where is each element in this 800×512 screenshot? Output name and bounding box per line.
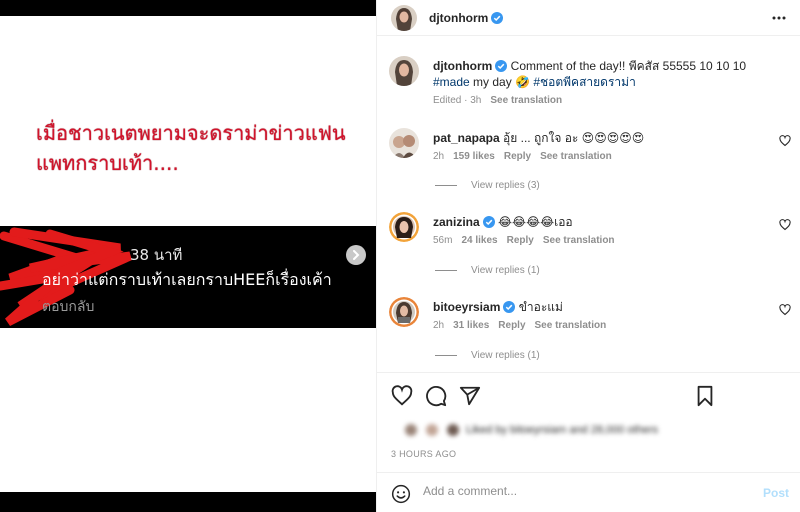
- view-replies-button[interactable]: View replies (3): [435, 180, 540, 191]
- comment-reply-button[interactable]: Reply: [507, 233, 534, 249]
- chevron-right-icon: [353, 250, 360, 260]
- comment-text: ขำอะแม่: [518, 300, 563, 314]
- more-options-icon[interactable]: [771, 10, 787, 26]
- emoji-icon[interactable]: [391, 484, 411, 504]
- comment-meta: 56m 24 likes Reply See translation: [433, 233, 763, 249]
- comment-reply-button[interactable]: Reply: [498, 318, 525, 334]
- caption-hashtag-made[interactable]: #made: [433, 75, 470, 89]
- post-header: djtonhorm: [377, 0, 800, 36]
- replies-divider: [435, 355, 457, 356]
- comment-time: 2h: [433, 320, 445, 331]
- verified-badge-icon: [482, 216, 495, 228]
- media-comment-time: 38 นาที: [130, 246, 183, 264]
- comment-body: zanizina 😂😂😂😂เออ 56m 24 likes Reply See …: [433, 214, 763, 249]
- comment-likes[interactable]: 24 likes: [461, 233, 497, 249]
- verified-badge-icon: [495, 60, 508, 72]
- heart-icon[interactable]: [391, 385, 413, 407]
- add-comment-bar: Post: [377, 472, 800, 512]
- caption-text-middle: my day 🤣: [469, 75, 534, 89]
- view-replies-label[interactable]: View replies (1): [471, 265, 540, 276]
- verified-badge-icon: [491, 12, 504, 24]
- media-letterbox-top: [0, 0, 376, 16]
- comment-heart-icon[interactable]: [779, 219, 791, 231]
- bookmark-icon[interactable]: [695, 385, 715, 407]
- post-media[interactable]: เมื่อชาวเนตพยามจะดราม่าข่าวแฟนแพทกราบเท้…: [0, 0, 376, 512]
- media-comment-reply: ตอบกลับ: [42, 299, 95, 315]
- view-replies-button[interactable]: View replies (1): [435, 265, 540, 276]
- comment-time: 2h: [433, 151, 445, 162]
- replies-divider: [435, 185, 457, 186]
- verified-badge-icon: [503, 301, 516, 313]
- caption-hashtag-drama[interactable]: #ชอตพีคสายดราม่า: [533, 75, 635, 89]
- view-replies-label[interactable]: View replies (3): [471, 180, 540, 191]
- caption-see-translation[interactable]: See translation: [490, 93, 562, 109]
- comment-username[interactable]: pat_napapa: [433, 131, 500, 145]
- comment-avatar[interactable]: [389, 212, 419, 242]
- caption-text: Comment of the day!! พีคสัส 55555 10 10 …: [510, 59, 747, 73]
- comment-meta: 2h 159 likes Reply See translation: [433, 149, 763, 165]
- comment-avatar[interactable]: [389, 128, 419, 158]
- comment-body: bitoeyrsiam ขำอะแม่ 2h 31 likes Reply Se…: [433, 299, 763, 334]
- liked-by-text[interactable]: Liked by bitoeyrsiam and 28,000 others: [466, 424, 658, 436]
- post-actions: Liked by bitoeyrsiam and 28,000 others 3…: [377, 372, 800, 472]
- author-username[interactable]: djtonhorm: [429, 11, 504, 25]
- post-timestamp: 3 HOURS AGO: [391, 449, 457, 459]
- post-details-panel: djtonhorm djtonhorm Comment of the day!!…: [376, 0, 800, 512]
- caption-meta: Edited · 3h See translation: [433, 93, 788, 109]
- post-comment-button[interactable]: Post: [763, 486, 789, 500]
- comment-input[interactable]: [423, 484, 723, 498]
- comment-text: อุ้ย ... ถูกใจ อะ 😍😍😍😍😍: [503, 131, 645, 145]
- comment-icon[interactable]: [425, 385, 447, 407]
- comment-meta: 2h 31 likes Reply See translation: [433, 318, 763, 334]
- comment-text: 😂😂😂😂เออ: [498, 215, 573, 229]
- media-letterbox-bottom: [0, 492, 376, 512]
- comment-see-translation[interactable]: See translation: [543, 233, 615, 249]
- caption-edited: Edited · 3h: [433, 95, 482, 106]
- media-headline: เมื่อชาวเนตพยามจะดราม่าข่าวแฟนแพทกราบเท้…: [36, 121, 346, 175]
- media-comment-text: อย่าว่าแต่กราบเท้าเลยกราบHEEก็เรื่องเค้า: [42, 270, 332, 289]
- comment-reply-button[interactable]: Reply: [504, 149, 531, 165]
- view-replies-label[interactable]: View replies (1): [471, 350, 540, 361]
- liked-by-row[interactable]: Liked by bitoeyrsiam and 28,000 others: [393, 421, 658, 439]
- comment-heart-icon[interactable]: [779, 135, 791, 147]
- comment-username[interactable]: bitoeyrsiam: [433, 300, 500, 314]
- author-avatar[interactable]: [391, 5, 417, 31]
- comment-username[interactable]: zanizina: [433, 215, 480, 229]
- comment-body: pat_napapa อุ้ย ... ถูกใจ อะ 😍😍😍😍😍 2h 15…: [433, 130, 763, 165]
- comment-likes[interactable]: 31 likes: [453, 318, 489, 334]
- liker-avatar: [403, 422, 419, 438]
- comment-heart-icon[interactable]: [779, 304, 791, 316]
- caption-avatar[interactable]: [389, 56, 419, 86]
- caption-username[interactable]: djtonhorm: [433, 59, 492, 73]
- comment-see-translation[interactable]: See translation: [540, 149, 612, 165]
- next-slide-button[interactable]: [346, 245, 366, 265]
- view-replies-button[interactable]: View replies (1): [435, 350, 540, 361]
- replies-divider: [435, 270, 457, 271]
- comment-time: 56m: [433, 235, 453, 246]
- liker-avatar: [445, 422, 461, 438]
- comment-likes[interactable]: 159 likes: [453, 149, 495, 165]
- caption-body: djtonhorm Comment of the day!! พีคสัส 55…: [433, 58, 788, 109]
- comment-avatar[interactable]: [389, 297, 419, 327]
- comment-see-translation[interactable]: See translation: [535, 318, 607, 334]
- author-username-text[interactable]: djtonhorm: [429, 11, 488, 25]
- liker-avatar: [424, 422, 440, 438]
- share-icon[interactable]: [459, 385, 481, 407]
